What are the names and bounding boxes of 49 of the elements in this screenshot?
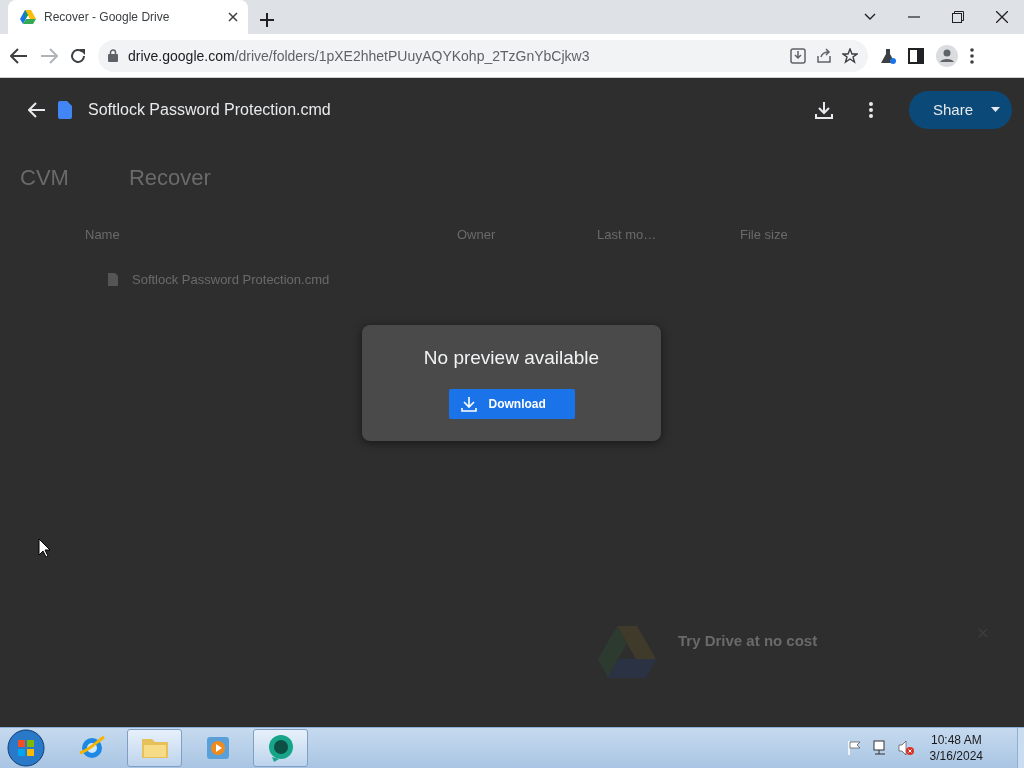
close-icon[interactable] [228, 12, 238, 22]
breadcrumb-item: CVM [20, 165, 69, 191]
file-name: Softlock Password Protection.cmd [88, 100, 331, 119]
dialog-message: No preview available [423, 347, 600, 369]
browser-tab[interactable]: Recover - Google Drive [8, 0, 248, 34]
volume-muted-icon[interactable] [897, 740, 914, 756]
document-icon [58, 100, 72, 119]
install-icon[interactable] [790, 47, 806, 64]
taskbar-clock[interactable]: 10:48 AM 3/16/2024 [929, 732, 983, 764]
cursor-icon [38, 538, 50, 557]
tab-title: Recover - Google Drive [44, 10, 171, 24]
breadcrumb-item: Recover [128, 165, 211, 191]
caret-icon [991, 107, 1000, 112]
new-tab-icon[interactable] [260, 13, 274, 27]
file-name: Softlock Password Protection.cmd [132, 272, 330, 287]
file-icon [108, 273, 118, 286]
star-icon[interactable] [842, 47, 858, 64]
network-icon[interactable] [871, 740, 888, 756]
clock-time: 10:48 AM [930, 732, 982, 748]
share-button[interactable]: Share [908, 90, 1012, 129]
promo-title: Try Drive at no cost [678, 632, 818, 649]
flask-icon[interactable] [880, 47, 896, 64]
drive-logo-icon [20, 10, 36, 24]
column-header: Owner [457, 227, 497, 242]
close-icon[interactable] [996, 11, 1008, 23]
taskbar-app[interactable] [253, 729, 308, 767]
column-header: Last mo… [597, 227, 658, 242]
download-icon[interactable] [814, 100, 833, 119]
address-bar[interactable]: drive.google.com/drive/folders/1pXE2hhetPUuyAQYKohp_2TzGnYbCjkw3 [98, 39, 868, 72]
menu-icon[interactable] [970, 47, 974, 64]
column-header: Name [85, 227, 121, 242]
more-icon[interactable] [868, 101, 873, 118]
drive-logo-icon [598, 626, 656, 678]
url-text: drive.google.com/drive/folders/1pXE2hhetPUuyAQYKohp_2TzGnYbCjkw3 [128, 47, 591, 64]
restore-icon[interactable] [952, 11, 964, 23]
lock-icon [108, 49, 118, 62]
reload-icon[interactable] [70, 47, 86, 64]
chevron-down-icon[interactable] [864, 13, 876, 21]
back-arrow-icon[interactable] [28, 101, 46, 118]
share-icon[interactable] [816, 47, 832, 64]
download-icon [460, 396, 477, 412]
start-icon[interactable] [6, 728, 46, 768]
column-header: File size [740, 227, 789, 242]
profile-icon[interactable] [936, 44, 958, 67]
flag-icon[interactable] [847, 741, 862, 755]
clock-date: 3/16/2024 [929, 748, 983, 764]
back-icon[interactable] [10, 47, 28, 64]
side-panel-icon[interactable] [908, 47, 924, 64]
download-button[interactable]: Download [448, 389, 575, 419]
